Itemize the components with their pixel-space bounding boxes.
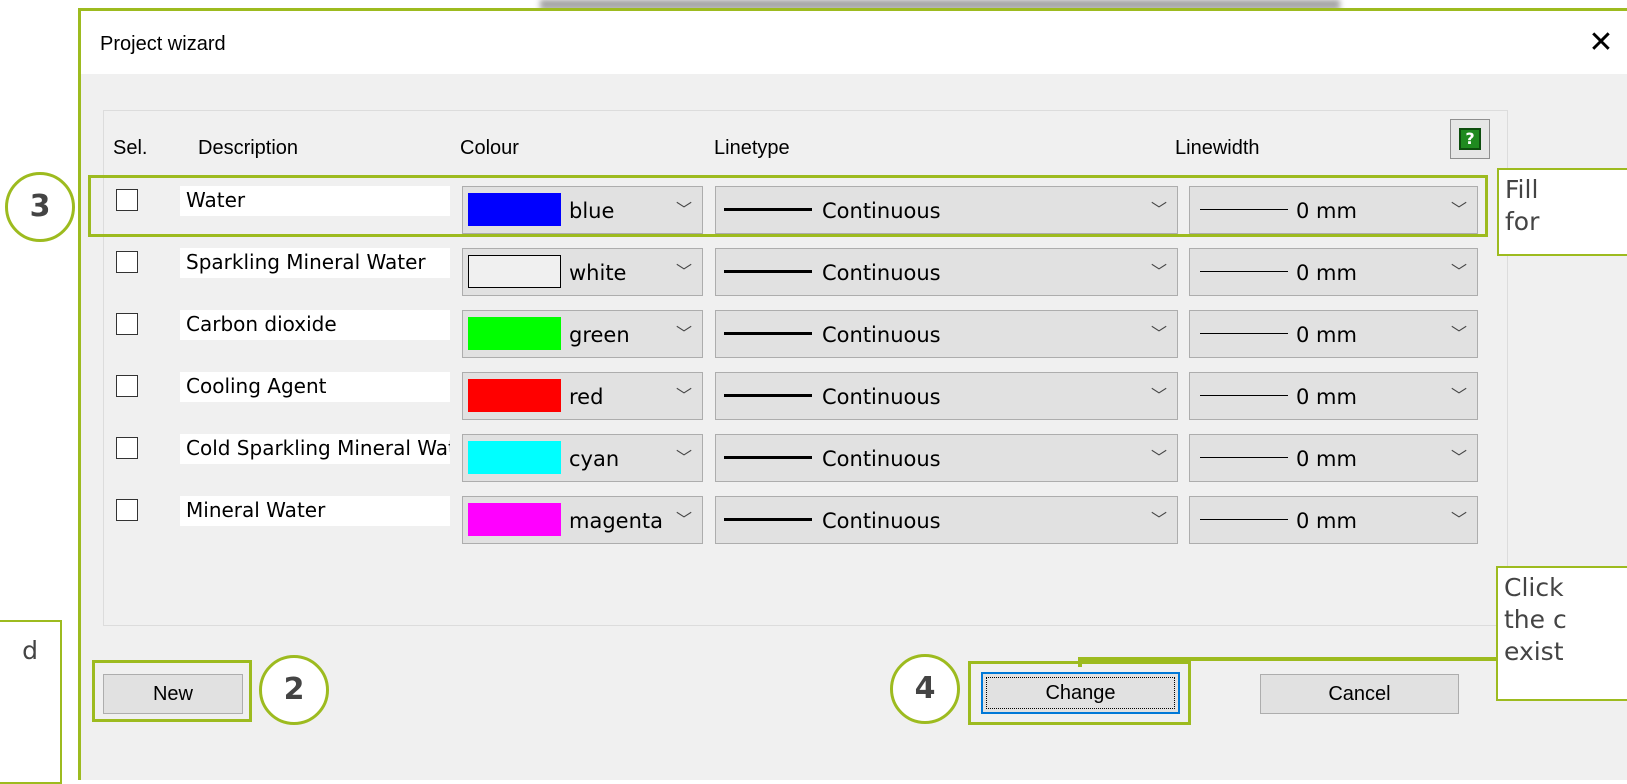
linewidth-preview bbox=[1200, 271, 1288, 272]
chevron-down-icon: ﹀ bbox=[1450, 448, 1467, 467]
chevron-down-icon: ﹀ bbox=[675, 386, 692, 405]
new-button[interactable]: New bbox=[103, 674, 243, 714]
chevron-down-icon: ﹀ bbox=[675, 510, 692, 529]
description-field[interactable]: Sparkling Mineral Water bbox=[180, 248, 450, 278]
linetype-preview bbox=[724, 518, 812, 521]
linewidth-value: 0 mm bbox=[1296, 447, 1357, 471]
linetype-value: Continuous bbox=[822, 509, 941, 533]
chevron-down-icon: ﹀ bbox=[1150, 262, 1167, 281]
linewidth-preview bbox=[1200, 333, 1288, 334]
linetype-value: Continuous bbox=[822, 385, 941, 409]
linetype-dropdown[interactable]: Continuous ﹀ bbox=[715, 310, 1178, 358]
step-badge-2: 2 bbox=[259, 655, 329, 725]
linetype-dropdown[interactable]: Continuous ﹀ bbox=[715, 434, 1178, 482]
close-icon[interactable]: ✕ bbox=[1579, 23, 1623, 63]
table-row: Cooling Agent red ﹀ Continuous ﹀ 0 mm ﹀ bbox=[0, 372, 1500, 422]
linewidth-preview bbox=[1200, 457, 1288, 458]
header-sel: Sel. bbox=[113, 137, 148, 159]
linetype-value: Continuous bbox=[822, 323, 941, 347]
row-highlight-frame bbox=[88, 175, 1488, 237]
chevron-down-icon: ﹀ bbox=[1450, 510, 1467, 529]
linetype-dropdown[interactable]: Continuous ﹀ bbox=[715, 372, 1178, 420]
linetype-preview bbox=[724, 394, 812, 397]
help-icon: ? bbox=[1459, 128, 1481, 150]
header-colour: Colour bbox=[460, 137, 519, 159]
linetype-value: Continuous bbox=[822, 261, 941, 285]
change-button[interactable]: Change bbox=[981, 672, 1180, 714]
header-linetype: Linetype bbox=[714, 137, 790, 159]
table-row: Carbon dioxide green ﹀ Continuous ﹀ 0 mm… bbox=[0, 310, 1500, 360]
linewidth-value: 0 mm bbox=[1296, 385, 1357, 409]
header-description: Description bbox=[198, 137, 299, 159]
linetype-preview bbox=[724, 332, 812, 335]
colour-name: cyan bbox=[569, 447, 620, 471]
table-row: Sparkling Mineral Water white ﹀ Continuo… bbox=[0, 248, 1500, 298]
colour-dropdown[interactable]: cyan ﹀ bbox=[462, 434, 703, 482]
chevron-down-icon: ﹀ bbox=[675, 324, 692, 343]
callout-left: d bbox=[0, 620, 62, 784]
help-button[interactable]: ? bbox=[1450, 119, 1490, 159]
linetype-dropdown[interactable]: Continuous ﹀ bbox=[715, 248, 1178, 296]
chevron-down-icon: ﹀ bbox=[1150, 510, 1167, 529]
colour-dropdown[interactable]: white ﹀ bbox=[462, 248, 703, 296]
linewidth-value: 0 mm bbox=[1296, 323, 1357, 347]
linewidth-dropdown[interactable]: 0 mm ﹀ bbox=[1189, 310, 1478, 358]
linewidth-dropdown[interactable]: 0 mm ﹀ bbox=[1189, 496, 1478, 544]
linewidth-preview bbox=[1200, 519, 1288, 520]
table-row: Cold Sparkling Mineral Water cyan ﹀ Cont… bbox=[0, 434, 1500, 484]
select-checkbox[interactable] bbox=[116, 251, 138, 273]
chevron-down-icon: ﹀ bbox=[1450, 386, 1467, 405]
description-field[interactable]: Mineral Water bbox=[180, 496, 450, 526]
colour-dropdown[interactable]: magenta ﹀ bbox=[462, 496, 703, 544]
linetype-value: Continuous bbox=[822, 447, 941, 471]
description-field[interactable]: Carbon dioxide bbox=[180, 310, 450, 340]
colour-name: magenta bbox=[569, 509, 663, 533]
focus-rectangle bbox=[986, 677, 1175, 709]
description-field[interactable]: Cold Sparkling Mineral Water bbox=[180, 434, 450, 464]
linewidth-dropdown[interactable]: 0 mm ﹀ bbox=[1189, 372, 1478, 420]
select-checkbox[interactable] bbox=[116, 499, 138, 521]
callout-fill: Fill for bbox=[1497, 168, 1627, 256]
linetype-dropdown[interactable]: Continuous ﹀ bbox=[715, 496, 1178, 544]
table-row: Mineral Water magenta ﹀ Continuous ﹀ 0 m… bbox=[0, 496, 1500, 546]
colour-swatch bbox=[468, 255, 561, 288]
colour-name: green bbox=[569, 323, 630, 347]
colour-name: red bbox=[569, 385, 604, 409]
step-badge-3: 3 bbox=[5, 172, 75, 242]
step-badge-4: 4 bbox=[890, 654, 960, 724]
colour-swatch bbox=[468, 379, 561, 412]
linetype-preview bbox=[724, 270, 812, 273]
linewidth-value: 0 mm bbox=[1296, 261, 1357, 285]
linewidth-dropdown[interactable]: 0 mm ﹀ bbox=[1189, 434, 1478, 482]
chevron-down-icon: ﹀ bbox=[1450, 324, 1467, 343]
linewidth-value: 0 mm bbox=[1296, 509, 1357, 533]
linetype-preview bbox=[724, 456, 812, 459]
title-bar: Project wizard ✕ bbox=[81, 11, 1627, 74]
chevron-down-icon: ﹀ bbox=[1150, 448, 1167, 467]
chevron-down-icon: ﹀ bbox=[675, 448, 692, 467]
header-linewidth: Linewidth bbox=[1175, 137, 1260, 159]
linewidth-dropdown[interactable]: 0 mm ﹀ bbox=[1189, 248, 1478, 296]
select-checkbox[interactable] bbox=[116, 313, 138, 335]
colour-swatch bbox=[468, 441, 561, 474]
dialog-title: Project wizard bbox=[100, 33, 226, 55]
select-checkbox[interactable] bbox=[116, 375, 138, 397]
colour-swatch bbox=[468, 503, 561, 536]
description-field[interactable]: Cooling Agent bbox=[180, 372, 450, 402]
cancel-button[interactable]: Cancel bbox=[1260, 674, 1459, 714]
chevron-down-icon: ﹀ bbox=[675, 262, 692, 281]
colour-dropdown[interactable]: green ﹀ bbox=[462, 310, 703, 358]
linewidth-preview bbox=[1200, 395, 1288, 396]
callout-click: Click the c exist bbox=[1496, 566, 1627, 701]
colour-name: white bbox=[569, 261, 627, 285]
chevron-down-icon: ﹀ bbox=[1150, 324, 1167, 343]
chevron-down-icon: ﹀ bbox=[1450, 262, 1467, 281]
select-checkbox[interactable] bbox=[116, 437, 138, 459]
chevron-down-icon: ﹀ bbox=[1150, 386, 1167, 405]
colour-dropdown[interactable]: red ﹀ bbox=[462, 372, 703, 420]
colour-swatch bbox=[468, 317, 561, 350]
